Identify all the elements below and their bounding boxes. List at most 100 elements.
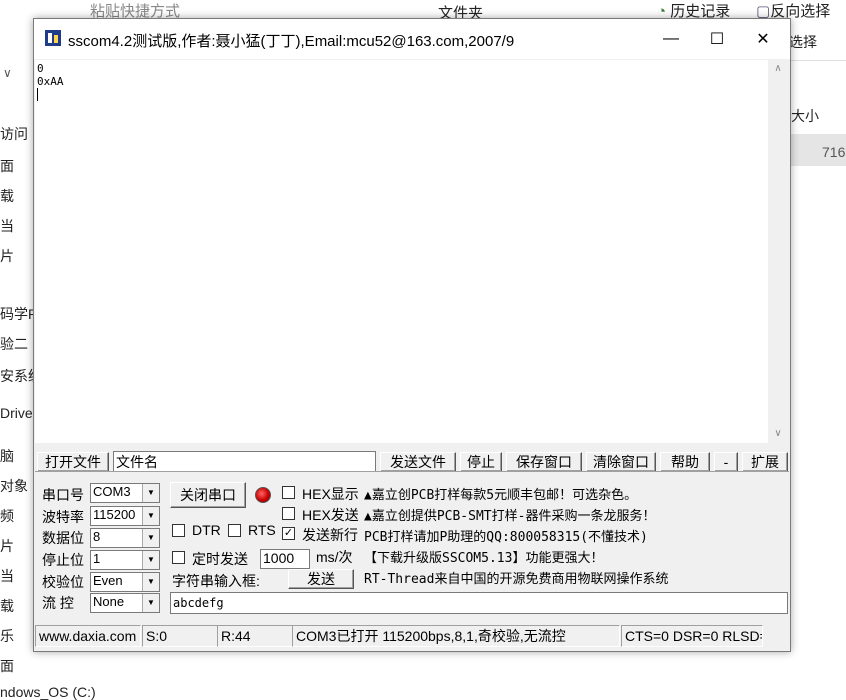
nav-item[interactable]: 当: [0, 216, 14, 236]
stopbits-label: 停止位: [42, 552, 84, 568]
nav-item[interactable]: 载: [0, 186, 14, 206]
nav-item[interactable]: 验二: [0, 334, 28, 354]
sscom-window: sscom4.2测试版,作者:聂小猛(丁丁),Email:mcu52@163.c…: [33, 18, 791, 652]
port-value: COM3: [93, 484, 131, 499]
hex-send-label: HEX发送: [302, 507, 359, 523]
baud-label: 波特率: [42, 509, 84, 525]
nav-item[interactable]: 面: [0, 156, 14, 176]
text-caret: [37, 88, 38, 101]
expand-button[interactable]: 扩展: [742, 452, 788, 472]
close-button[interactable]: ✕: [740, 19, 786, 59]
divider: [35, 471, 789, 472]
send-newline-checkbox[interactable]: ✓: [282, 527, 295, 540]
parity-label: 校验位: [42, 574, 84, 590]
parity-value: Even: [93, 573, 123, 588]
nav-item[interactable]: 对象: [0, 476, 28, 496]
chevron-down-icon[interactable]: ▼: [142, 573, 159, 591]
nav-item-drive[interactable]: ndows_OS (C:): [0, 684, 96, 700]
databits-select[interactable]: 8 ▼: [90, 528, 160, 548]
nav-item[interactable]: 频: [0, 506, 14, 526]
minimize-button[interactable]: —: [648, 19, 694, 59]
send-file-button[interactable]: 发送文件: [380, 452, 456, 472]
nav-item[interactable]: 载: [0, 596, 14, 616]
clear-window-button[interactable]: 清除窗口: [586, 452, 656, 472]
maximize-button[interactable]: ☐: [694, 19, 740, 59]
nav-item[interactable]: 片: [0, 536, 14, 556]
flow-select[interactable]: None ▼: [90, 593, 160, 613]
nav-item[interactable]: 当: [0, 566, 14, 586]
explorer-nav-pane: 访问 面 载 当 片 码学P 验二 安系统 Drive 脑 对象 频 片 当 载…: [0, 20, 96, 700]
chevron-down-icon[interactable]: ▼: [142, 484, 159, 502]
databits-label: 数据位: [42, 530, 84, 546]
chevron-down-icon[interactable]: ▼: [142, 529, 159, 547]
signal-status: CTS=0 DSR=0 RLSD=0: [621, 625, 763, 647]
rts-label: RTS: [248, 522, 276, 538]
ad-line[interactable]: RT-Thread来自中国的开源免费商用物联网操作系统: [364, 568, 668, 587]
app-icon: [45, 30, 61, 46]
chevron-down-icon[interactable]: ▼: [142, 507, 159, 525]
send-button[interactable]: 发送: [288, 569, 354, 589]
port-select[interactable]: COM3 ▼: [90, 483, 160, 503]
vertical-scrollbar[interactable]: ∧ ∨: [768, 60, 788, 443]
open-file-button[interactable]: 打开文件: [37, 452, 109, 472]
chevron-down-icon[interactable]: ▼: [142, 551, 159, 569]
output-line: 0: [37, 62, 44, 75]
send-newline-label: 发送新行: [302, 527, 358, 543]
port-label: 串口号: [42, 487, 84, 503]
output-line: 0xAA: [37, 75, 64, 88]
timed-send-checkbox[interactable]: [172, 551, 185, 564]
send-input[interactable]: abcdefg: [170, 592, 788, 614]
website-link[interactable]: www.daxia.com: [35, 625, 141, 647]
hex-send-checkbox[interactable]: [282, 507, 295, 520]
chevron-down-icon[interactable]: ∨: [3, 66, 12, 80]
timed-send-label: 定时发送: [192, 551, 248, 567]
window-title: sscom4.2测试版,作者:聂小猛(丁丁),Email:mcu52@163.c…: [68, 33, 515, 50]
stopbits-value: 1: [93, 551, 101, 566]
ad-line[interactable]: ▲嘉立创提供PCB-SMT打样-器件采购一条龙服务！: [364, 505, 655, 524]
column-size-header[interactable]: 大小: [791, 106, 819, 126]
baud-select[interactable]: 115200 ▼: [90, 506, 160, 526]
ad-line[interactable]: PCB打样请加P助理的QQ:800058315(不懂技术): [364, 526, 648, 545]
sent-count: S:0: [142, 625, 218, 647]
explorer-ribbon: 粘贴快捷方式 文件夹 ◔ 历史记录 ▢反向选择: [0, 0, 846, 22]
file-size-cell: 716: [822, 144, 846, 160]
title-bar[interactable]: sscom4.2测试版,作者:聂小猛(丁丁),Email:mcu52@163.c…: [34, 19, 790, 59]
flow-value: None: [93, 594, 125, 609]
port-status-led: [255, 487, 271, 503]
received-count: R:44: [217, 625, 293, 647]
hex-display-checkbox[interactable]: [282, 486, 295, 499]
scroll-down-icon[interactable]: ∨: [768, 425, 788, 443]
receive-area[interactable]: 0 0xAA: [35, 60, 768, 443]
interval-input[interactable]: 1000: [260, 549, 310, 569]
select-label[interactable]: 选择: [789, 32, 817, 52]
explorer-file-list: 选择 大小 716: [789, 20, 846, 700]
close-port-button[interactable]: 关闭串口: [170, 482, 246, 508]
dtr-checkbox[interactable]: [172, 524, 185, 537]
save-window-button[interactable]: 保存窗口: [506, 452, 582, 472]
stopbits-select[interactable]: 1 ▼: [90, 550, 160, 570]
string-input-label: 字符串输入框:: [172, 573, 260, 589]
ad-line[interactable]: 【下载升级版SSCOM5.13】功能更强大！: [364, 547, 603, 566]
stop-button[interactable]: 停止: [460, 452, 502, 472]
nav-item[interactable]: 片: [0, 246, 14, 266]
help-button[interactable]: 帮助: [660, 452, 710, 472]
chevron-down-icon[interactable]: ▼: [142, 594, 159, 612]
filename-input[interactable]: 文件名: [113, 451, 376, 472]
dtr-label: DTR: [192, 522, 221, 538]
nav-item[interactable]: Drive: [0, 405, 33, 421]
rts-checkbox[interactable]: [228, 524, 241, 537]
databits-value: 8: [93, 529, 101, 544]
nav-item[interactable]: 码学P: [0, 304, 37, 324]
minus-button[interactable]: -: [714, 452, 738, 472]
interval-unit-label: ms/次: [316, 549, 353, 565]
parity-select[interactable]: Even ▼: [90, 572, 160, 592]
hex-display-label: HEX显示: [302, 486, 359, 502]
scroll-up-icon[interactable]: ∧: [768, 60, 788, 78]
nav-item[interactable]: 乐: [0, 626, 14, 646]
ad-line[interactable]: ▲嘉立创PCB打样每款5元顺丰包邮！可选杂色。: [364, 484, 637, 503]
port-status-text: COM3已打开 115200bps,8,1,奇校验,无流控: [292, 625, 620, 647]
nav-item[interactable]: 面: [0, 656, 14, 676]
nav-item[interactable]: 脑: [0, 446, 14, 466]
nav-item[interactable]: 访问: [0, 124, 28, 144]
flow-label: 流 控: [42, 595, 74, 611]
